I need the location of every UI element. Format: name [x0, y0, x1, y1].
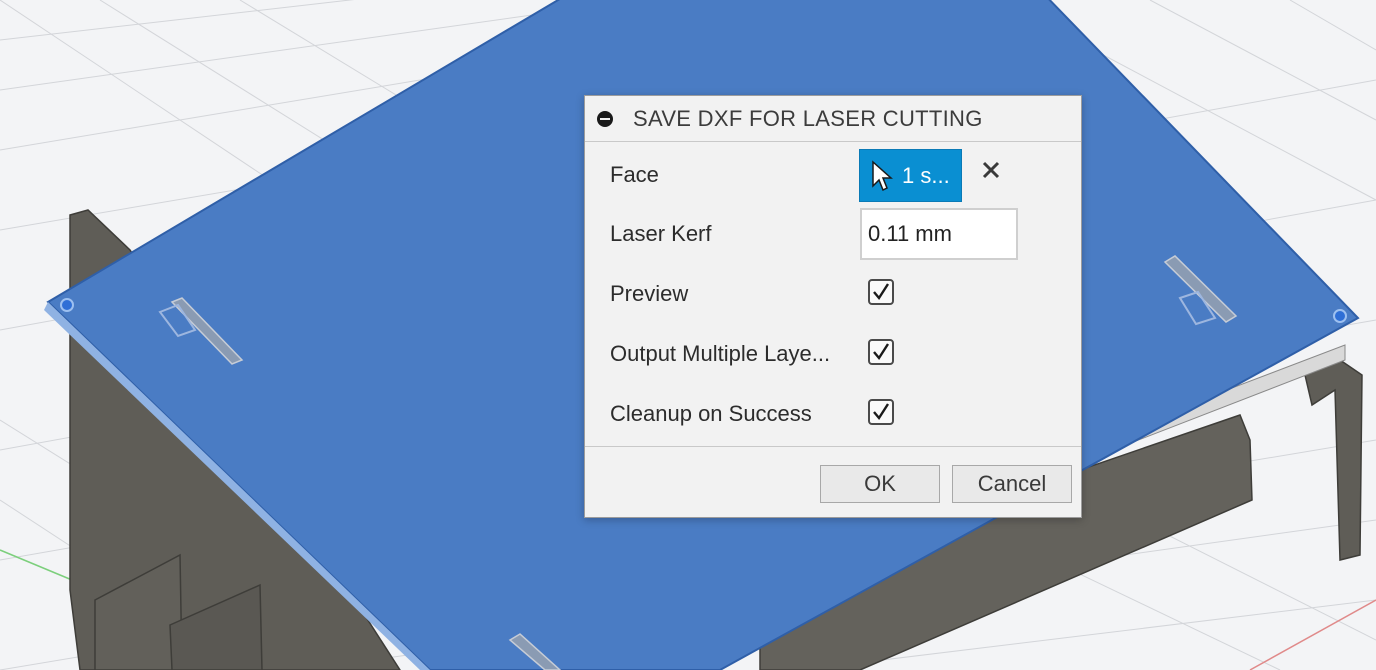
panel-vertex-right	[1333, 309, 1347, 323]
multiple-layers-row: Output Multiple Laye...	[585, 334, 1081, 374]
face-selection-text: 1 s...	[902, 162, 950, 188]
cleanup-row: Cleanup on Success	[585, 394, 1081, 434]
dialog-title: SAVE DXF FOR LASER CUTTING	[633, 105, 983, 131]
checkmark-icon	[873, 343, 890, 361]
save-dxf-dialog: SAVE DXF FOR LASER CUTTING Face 1 s... L…	[584, 95, 1082, 518]
face-row: Face 1 s...	[585, 149, 1081, 202]
preview-label: Preview	[610, 281, 689, 306]
face-selection-button[interactable]: 1 s...	[859, 149, 962, 202]
ok-button[interactable]: OK	[820, 465, 940, 503]
collapse-icon[interactable]	[597, 110, 613, 127]
footer-divider	[585, 446, 1081, 447]
multiple-layers-checkbox[interactable]	[868, 339, 894, 365]
preview-row: Preview	[585, 274, 1081, 314]
dialog-header[interactable]: SAVE DXF FOR LASER CUTTING	[585, 96, 1081, 142]
panel-vertex-left	[60, 298, 74, 312]
face-label: Face	[610, 162, 659, 187]
kerf-row: Laser Kerf	[585, 208, 1081, 260]
preview-checkbox[interactable]	[868, 279, 894, 305]
multiple-layers-label: Output Multiple Laye...	[610, 341, 831, 366]
close-icon[interactable]	[980, 159, 1002, 181]
kerf-label: Laser Kerf	[610, 221, 712, 246]
cleanup-checkbox[interactable]	[868, 399, 894, 425]
cursor-icon	[872, 159, 893, 191]
checkmark-icon	[873, 403, 890, 421]
cleanup-label: Cleanup on Success	[610, 401, 812, 426]
kerf-input[interactable]	[860, 208, 1018, 260]
checkmark-icon	[873, 283, 890, 301]
cancel-button[interactable]: Cancel	[952, 465, 1072, 503]
